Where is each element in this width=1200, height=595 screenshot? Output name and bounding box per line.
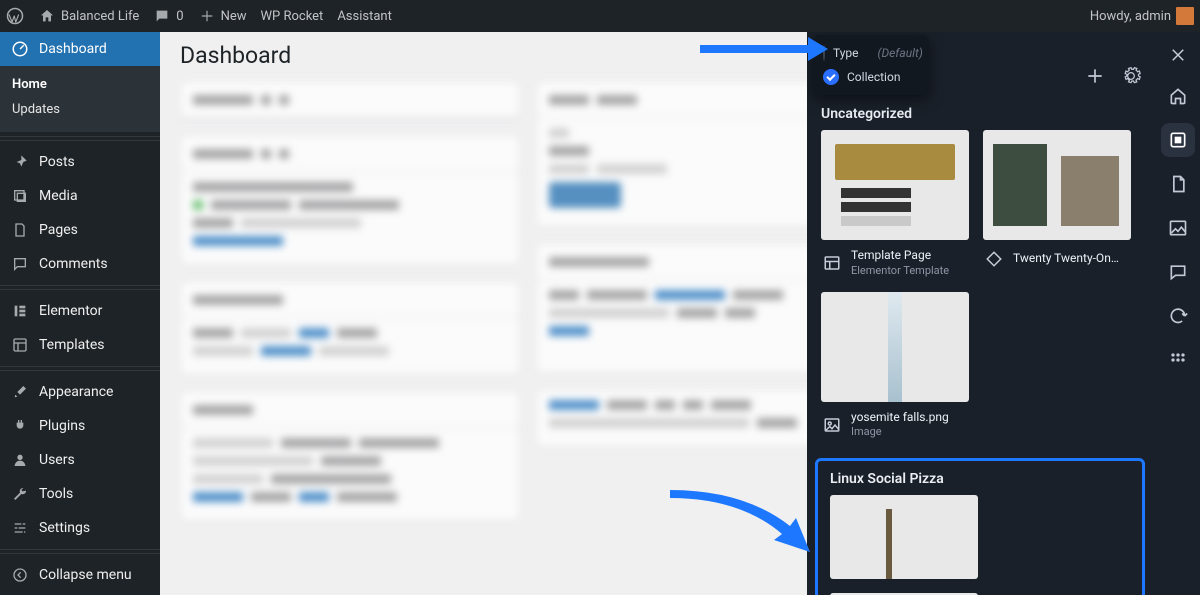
howdy-label: Howdy, admin — [1090, 9, 1171, 24]
nav-comments[interactable]: Comments — [0, 247, 160, 281]
nav-separator — [0, 136, 160, 141]
item-title: yosemite falls.png — [851, 410, 963, 426]
comment-icon — [153, 7, 171, 25]
dashboard-widget — [180, 135, 520, 265]
nav-posts[interactable]: Posts — [0, 145, 160, 179]
thumbnail — [983, 130, 1131, 240]
filter-collection[interactable]: Collection — [817, 65, 925, 89]
avatar — [1176, 7, 1194, 25]
plus-icon — [198, 7, 216, 25]
comments-count-label: 0 — [176, 9, 183, 24]
assistant-label: Assistant — [337, 9, 392, 24]
diamond-icon — [983, 248, 1005, 270]
nav-updates[interactable]: Updates — [0, 97, 160, 122]
highlighted-collection: Linux Social Pizza Assistant — [815, 458, 1145, 595]
nav-separator — [0, 366, 160, 371]
image-icon — [821, 414, 843, 436]
comments-icon — [10, 254, 30, 274]
library-item-yosemite[interactable]: yosemite falls.pngImage — [821, 292, 969, 440]
wp-logo[interactable] — [6, 7, 24, 25]
layout-icon — [821, 252, 843, 274]
media-icon — [10, 186, 30, 206]
site-name-label: Balanced Life — [61, 9, 139, 24]
dashboard-widget — [180, 391, 520, 521]
wordpress-icon — [6, 7, 24, 25]
section-collection: Linux Social Pizza — [824, 465, 1136, 495]
tool-updates[interactable] — [1161, 299, 1195, 333]
tool-content[interactable] — [1161, 167, 1195, 201]
filter-type-label: Type — [833, 46, 859, 60]
tool-home[interactable] — [1161, 79, 1195, 113]
nav-separator — [0, 549, 160, 554]
dashboard-icon — [10, 39, 30, 59]
nav-media[interactable]: Media — [0, 179, 160, 213]
new-content[interactable]: New — [198, 7, 247, 25]
site-name[interactable]: Balanced Life — [38, 7, 139, 25]
nav-home[interactable]: Home — [0, 72, 160, 97]
home-icon — [38, 7, 56, 25]
nav-pages[interactable]: Pages — [0, 213, 160, 247]
user-icon — [10, 450, 30, 470]
nav-tools[interactable]: Tools — [0, 477, 160, 511]
nav-collapse[interactable]: Collapse menu — [0, 558, 160, 592]
plug-icon — [10, 416, 30, 436]
dashboard-widget — [180, 281, 520, 375]
filter-type[interactable]: Type (Default) — [817, 41, 925, 65]
item-title: Template Page — [851, 248, 963, 264]
thumbnail — [821, 130, 969, 240]
radio-selected-icon — [823, 69, 839, 85]
nav-users[interactable]: Users — [0, 443, 160, 477]
wrench-icon — [10, 484, 30, 504]
settings-button[interactable] — [1117, 62, 1145, 90]
close-button[interactable] — [1169, 46, 1187, 64]
nav-appearance[interactable]: Appearance — [0, 375, 160, 409]
howdy[interactable]: Howdy, admin — [1090, 7, 1194, 25]
wp-admin-menu: Dashboard Home Updates Posts Media Pages… — [0, 32, 160, 595]
section-uncategorized: Uncategorized — [807, 92, 1155, 130]
sliders-icon — [10, 518, 30, 538]
item-title: Twenty Twenty-On… — [1013, 251, 1125, 267]
comments-count[interactable]: 0 — [153, 7, 183, 25]
tool-libraries[interactable] — [1161, 123, 1195, 157]
library-item-template-page[interactable]: Template PageElementor Template — [821, 130, 969, 278]
wp-admin-bar: Balanced Life 0 New WP Rocket Assistant … — [0, 0, 1200, 32]
nav-separator — [0, 285, 160, 290]
tool-media[interactable] — [1161, 211, 1195, 245]
wp-rocket[interactable]: WP Rocket — [261, 9, 324, 24]
nav-dashboard-label: Dashboard — [39, 41, 107, 57]
add-button[interactable] — [1081, 62, 1109, 90]
filter-type-default: (Default) — [878, 46, 923, 60]
new-label: New — [221, 9, 247, 24]
nav-templates[interactable]: Templates — [0, 328, 160, 362]
assistant-panel: Type (Default) Collection First Library … — [807, 32, 1155, 595]
wp-rocket-label: WP Rocket — [261, 9, 324, 24]
assistant-adminbar[interactable]: Assistant — [337, 9, 392, 24]
pin-icon — [10, 152, 30, 172]
item-sub: Image — [851, 425, 963, 439]
assistant-toolstrip — [1155, 32, 1200, 595]
dashboard-widget — [180, 81, 520, 119]
page-icon — [10, 220, 30, 240]
collapse-icon — [10, 565, 30, 585]
nav-elementor[interactable]: Elementor — [0, 294, 160, 328]
filter-popover: Type (Default) Collection — [813, 35, 929, 95]
elementor-icon — [10, 301, 30, 321]
tool-apps[interactable] — [1161, 343, 1195, 377]
library-item-twenty-twentyone[interactable]: Twenty Twenty-On… — [983, 130, 1131, 278]
thumbnail — [821, 292, 969, 402]
nav-plugins[interactable]: Plugins — [0, 409, 160, 443]
nav-dashboard[interactable]: Dashboard — [0, 32, 160, 66]
tool-comments[interactable] — [1161, 255, 1195, 289]
brush-icon — [10, 382, 30, 402]
filter-collection-label: Collection — [847, 70, 900, 84]
item-sub: Elementor Template — [851, 264, 963, 278]
library-item-road[interactable] — [830, 495, 978, 579]
nav-dashboard-sub: Home Updates — [0, 66, 160, 132]
nav-settings[interactable]: Settings — [0, 511, 160, 545]
radio-unselected-icon — [823, 45, 825, 61]
thumbnail — [830, 495, 978, 579]
templates-icon — [10, 335, 30, 355]
